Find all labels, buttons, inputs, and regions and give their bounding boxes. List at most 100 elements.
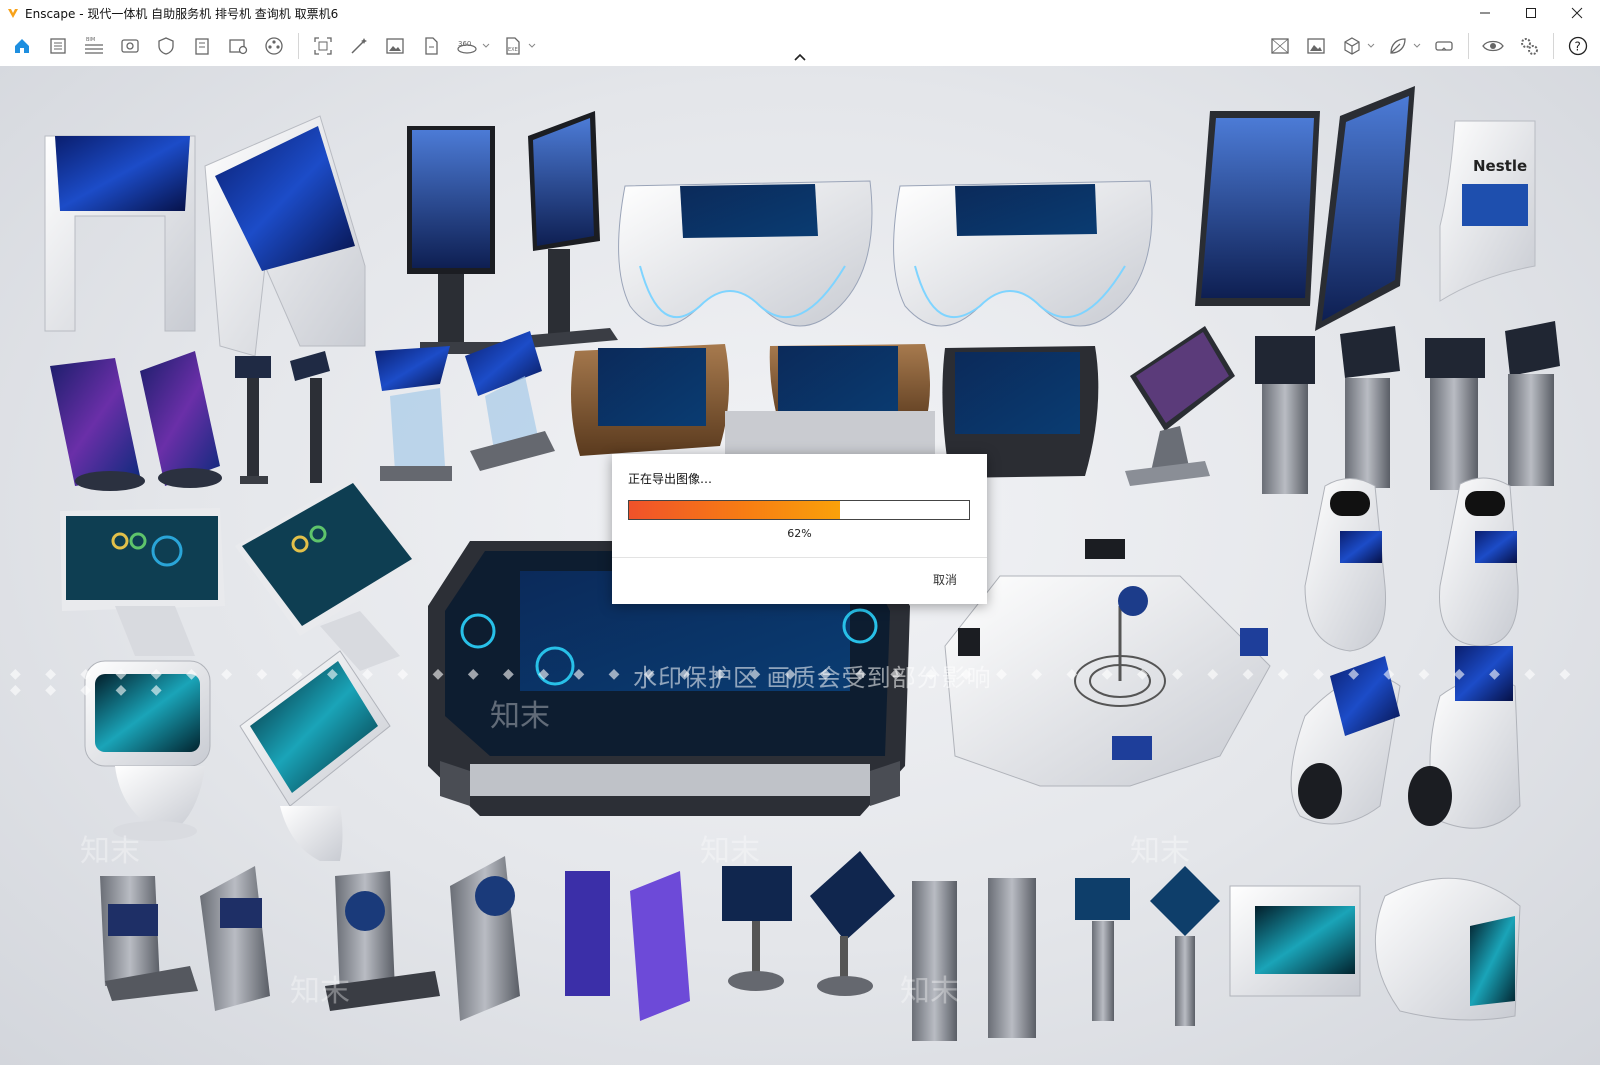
image-export-button[interactable] [1267,33,1293,59]
document-button[interactable] [45,33,71,59]
robot-2 [1439,477,1519,647]
export-file-icon [425,37,438,55]
close-button[interactable] [1554,0,1600,26]
angled-screen-kiosk [1125,326,1235,486]
dashboard-table-2 [235,476,420,671]
tall-display-2 [1315,86,1415,331]
bronze-console [571,344,729,456]
material-button[interactable] [261,33,287,59]
view-button[interactable] [117,33,143,59]
leaf-dropdown[interactable] [1412,33,1422,59]
magic-wand-icon [351,38,367,54]
watermark-logo: 知末 [1130,834,1190,869]
watermark-logo: 知末 [700,834,760,869]
minimize-icon [1480,12,1490,14]
building-icon [195,38,209,55]
collapse-toolbar-icon[interactable] [792,52,808,62]
vr-headset-button[interactable] [1431,33,1457,59]
shield-icon [158,37,174,55]
pole-kiosk-1 [235,356,271,484]
cancel-button[interactable]: 取消 [933,571,957,588]
eye-button[interactable] [1480,33,1506,59]
toolbar-right-group: ? [1262,26,1596,66]
image-button[interactable] [1303,33,1329,59]
dialog-message: 正在导出图像… [628,472,713,486]
help-button[interactable]: ? [1565,33,1591,59]
photo-settings-button[interactable] [225,33,251,59]
capture-frame-icon [314,37,332,55]
svg-text:Nestle: Nestle [1473,157,1527,175]
cube-dropdown[interactable] [1366,33,1376,59]
close-icon [1571,7,1583,19]
bim-icon: BIM [85,37,103,54]
holo-kiosk-1 [375,346,452,481]
screenshot-button[interactable] [382,33,408,59]
export-progress-dialog: 正在导出图像… 62% 取消 [612,454,987,604]
tablet-stand-purple-1 [50,358,145,491]
toolbar-left-group: BIM 360 EXE [4,26,541,66]
progress-percent-label: 62% [787,527,812,540]
cube-button[interactable] [1339,33,1365,59]
standing-kiosk-1 [407,126,510,354]
dialog-divider [612,557,987,558]
cube-icon [1344,37,1360,55]
svg-text:?: ? [1575,40,1581,54]
eye-icon [1482,40,1504,52]
shield-button[interactable] [153,33,179,59]
leaf-icon [1390,38,1406,54]
curved-console-1 [618,180,873,327]
chevron-down-icon [482,43,490,48]
pole-kiosk-2 [290,351,330,483]
export-file-button[interactable] [418,33,444,59]
maximize-button[interactable] [1508,0,1554,26]
exe-export-button[interactable]: EXE [500,33,526,59]
window-controls [1462,0,1600,26]
bottom-kiosk-row [100,851,1521,1041]
enscape-logo-icon [8,9,18,18]
panorama-360-button[interactable]: 360 [454,33,480,59]
robot-1 [1304,478,1387,652]
curved-console-2 [893,180,1153,327]
document-icon [50,38,66,54]
screenshot-icon [386,38,404,54]
curved-desk-console [725,344,935,471]
toolbar-separator [1553,33,1554,59]
exe-export-icon: EXE [506,37,520,55]
watermark-logo: 知末 [80,834,140,869]
leaf-button[interactable] [1385,33,1411,59]
nestle-kiosk: Nestle [1439,120,1536,302]
chevron-down-icon [1413,43,1421,48]
tower-kiosk-row [1255,321,1560,494]
exe-label: EXE [508,47,518,53]
title-bar: Enscape - 现代一体机 自助服务机 排号机 查询机 取票机6 [0,0,1600,26]
exe-dropdown[interactable] [527,33,537,59]
photo-settings-icon [229,39,248,55]
dashboard-table-1 [60,508,225,656]
capture-frame-button[interactable] [310,33,336,59]
hexagon-station [944,539,1271,787]
kiosk-table-1 [44,135,196,332]
panorama-dropdown[interactable] [481,33,491,59]
home-icon [15,39,29,53]
magic-wand-button[interactable] [346,33,372,59]
maximize-icon [1526,8,1536,18]
view-icon [121,39,139,53]
home-button[interactable] [9,33,35,59]
settings-gear-icon [1521,38,1538,55]
watermark-logo: 知末 [290,974,350,1009]
bim-label: BIM [86,37,95,43]
image-export-icon [1271,38,1289,54]
standing-kiosk-2 [520,111,618,348]
settings-button[interactable] [1516,33,1542,59]
toolbar-separator [1468,33,1469,59]
panorama-360-icon: 360 [457,40,477,54]
tall-display-1 [1195,111,1320,306]
progress-fill [629,501,840,519]
progress-bar [628,500,970,520]
minimize-button[interactable] [1462,0,1508,26]
chevron-down-icon [1367,43,1375,48]
building-button[interactable] [189,33,215,59]
kiosk-table-2 [204,115,366,357]
help-icon: ? [1568,36,1588,56]
bim-button[interactable]: BIM [81,33,107,59]
